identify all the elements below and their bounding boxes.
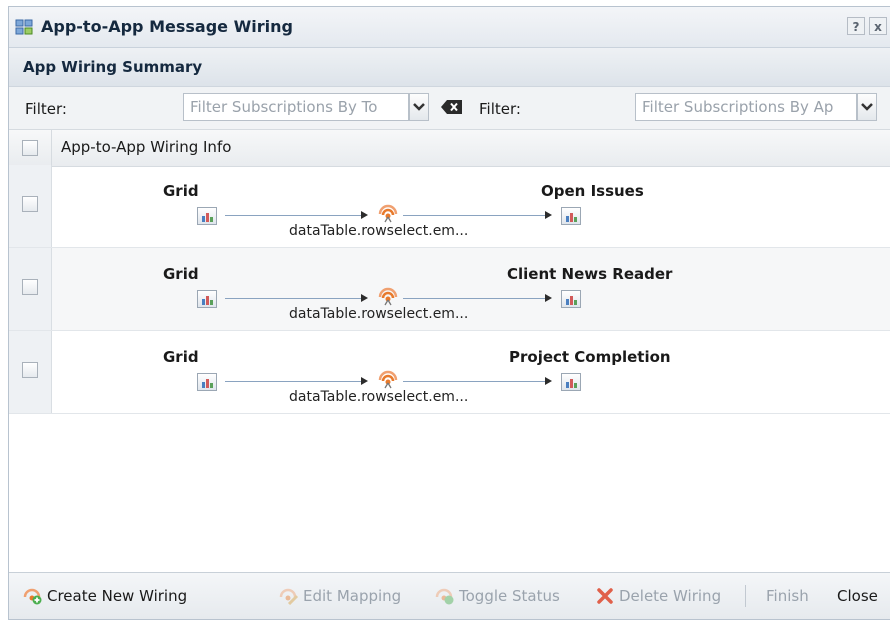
- target-app-icon: [561, 373, 581, 391]
- target-app-name: Client News Reader: [507, 265, 673, 283]
- app-filter-label: Filter:: [479, 100, 521, 118]
- select-all-checkbox[interactable]: [22, 140, 38, 156]
- filter-bar: Filter: Filter Subscriptions By To Filte…: [9, 87, 890, 129]
- broadcast-icon: [378, 370, 398, 389]
- target-app-icon: [561, 207, 581, 225]
- footer-toolbar: Create New Wiring Edit Mapping Toggle St…: [9, 572, 890, 619]
- target-app-icon: [561, 290, 581, 308]
- chart-widget-icon: [566, 379, 577, 388]
- edit-mapping-button[interactable]: Edit Mapping: [279, 587, 401, 605]
- delete-x-icon: [597, 588, 613, 604]
- chart-widget-icon: [202, 379, 213, 388]
- wire-line: [225, 381, 361, 382]
- wire-line: [403, 215, 545, 216]
- edit-mapping-label: Edit Mapping: [303, 587, 402, 605]
- finish-button[interactable]: Finish: [766, 587, 809, 605]
- source-app-icon: [197, 290, 217, 308]
- topic-label: dataTable.rowselect.em...: [289, 223, 469, 239]
- app-filter-dropdown[interactable]: [857, 93, 877, 121]
- row-checkbox[interactable]: [22, 196, 38, 212]
- window-title: App-to-App Message Wiring: [41, 17, 293, 36]
- row-checkbox[interactable]: [22, 279, 38, 295]
- source-app-icon: [197, 207, 217, 225]
- row-select-cell: [9, 248, 52, 330]
- summary-title: App Wiring Summary: [23, 58, 203, 76]
- toggle-status-icon: [435, 588, 454, 605]
- wire-line: [225, 298, 361, 299]
- delete-wiring-button[interactable]: Delete Wiring: [595, 587, 721, 605]
- footer-separator: [745, 585, 746, 607]
- arrow-right-icon: [361, 294, 368, 302]
- topic-label: dataTable.rowselect.em...: [289, 389, 469, 405]
- wiring-dialog: App-to-App Message Wiring ? x App Wiring…: [8, 6, 890, 620]
- chart-widget-icon: [566, 296, 577, 305]
- app-filter-input[interactable]: Filter Subscriptions By Ap: [635, 93, 857, 121]
- arrow-right-icon: [361, 211, 368, 219]
- chevron-down-icon: [861, 103, 873, 111]
- clear-filter-icon[interactable]: [441, 100, 463, 114]
- select-all-cell: [9, 130, 52, 166]
- chart-widget-icon: [202, 296, 213, 305]
- create-wiring-button[interactable]: Create New Wiring: [23, 587, 187, 605]
- target-app-name: Open Issues: [541, 182, 644, 200]
- arrow-right-icon: [361, 377, 368, 385]
- help-button[interactable]: ?: [847, 17, 865, 35]
- topic-filter-input[interactable]: Filter Subscriptions By To: [183, 93, 409, 121]
- wire-line: [403, 381, 545, 382]
- toggle-status-label: Toggle Status: [459, 587, 560, 605]
- create-wiring-label: Create New Wiring: [47, 587, 188, 605]
- app-grid-icon: [15, 19, 33, 35]
- row-select-cell: [9, 331, 52, 413]
- broadcast-icon: [378, 287, 398, 306]
- table-row[interactable]: Grid Open Issues dataTable.rowselect.em.…: [9, 165, 890, 248]
- delete-wiring-label: Delete Wiring: [619, 587, 722, 605]
- target-app-name: Project Completion: [509, 348, 671, 366]
- topic-label: dataTable.rowselect.em...: [289, 306, 469, 322]
- row-select-cell: [9, 165, 52, 247]
- source-app-name: Grid: [163, 265, 199, 283]
- arrow-right-icon: [545, 377, 552, 385]
- close-window-button[interactable]: x: [869, 17, 887, 35]
- toggle-status-button[interactable]: Toggle Status: [435, 587, 560, 605]
- arrow-right-icon: [545, 294, 552, 302]
- create-wiring-icon: [23, 588, 42, 605]
- chevron-down-icon: [413, 103, 425, 111]
- close-button[interactable]: Close: [837, 587, 878, 605]
- wire-line: [225, 215, 361, 216]
- table-header: App-to-App Wiring Info: [9, 129, 890, 167]
- table-row[interactable]: Grid Project Completion dataTable.rowsel…: [9, 331, 890, 414]
- title-bar[interactable]: App-to-App Message Wiring ? x: [9, 7, 890, 48]
- chart-widget-icon: [202, 213, 213, 222]
- row-checkbox[interactable]: [22, 362, 38, 378]
- arrow-right-icon: [545, 211, 552, 219]
- source-app-icon: [197, 373, 217, 391]
- table-row[interactable]: Grid Client News Reader dataTable.rowsel…: [9, 248, 890, 331]
- source-app-name: Grid: [163, 348, 199, 366]
- broadcast-icon: [378, 204, 398, 223]
- wire-line: [403, 298, 545, 299]
- edit-mapping-icon: [279, 588, 299, 605]
- source-app-name: Grid: [163, 182, 199, 200]
- chart-widget-icon: [566, 213, 577, 222]
- summary-header: App Wiring Summary: [9, 48, 890, 87]
- topic-filter-label: Filter:: [25, 100, 67, 118]
- column-header-wiring-info: App-to-App Wiring Info: [61, 138, 232, 156]
- topic-filter-dropdown[interactable]: [409, 93, 429, 121]
